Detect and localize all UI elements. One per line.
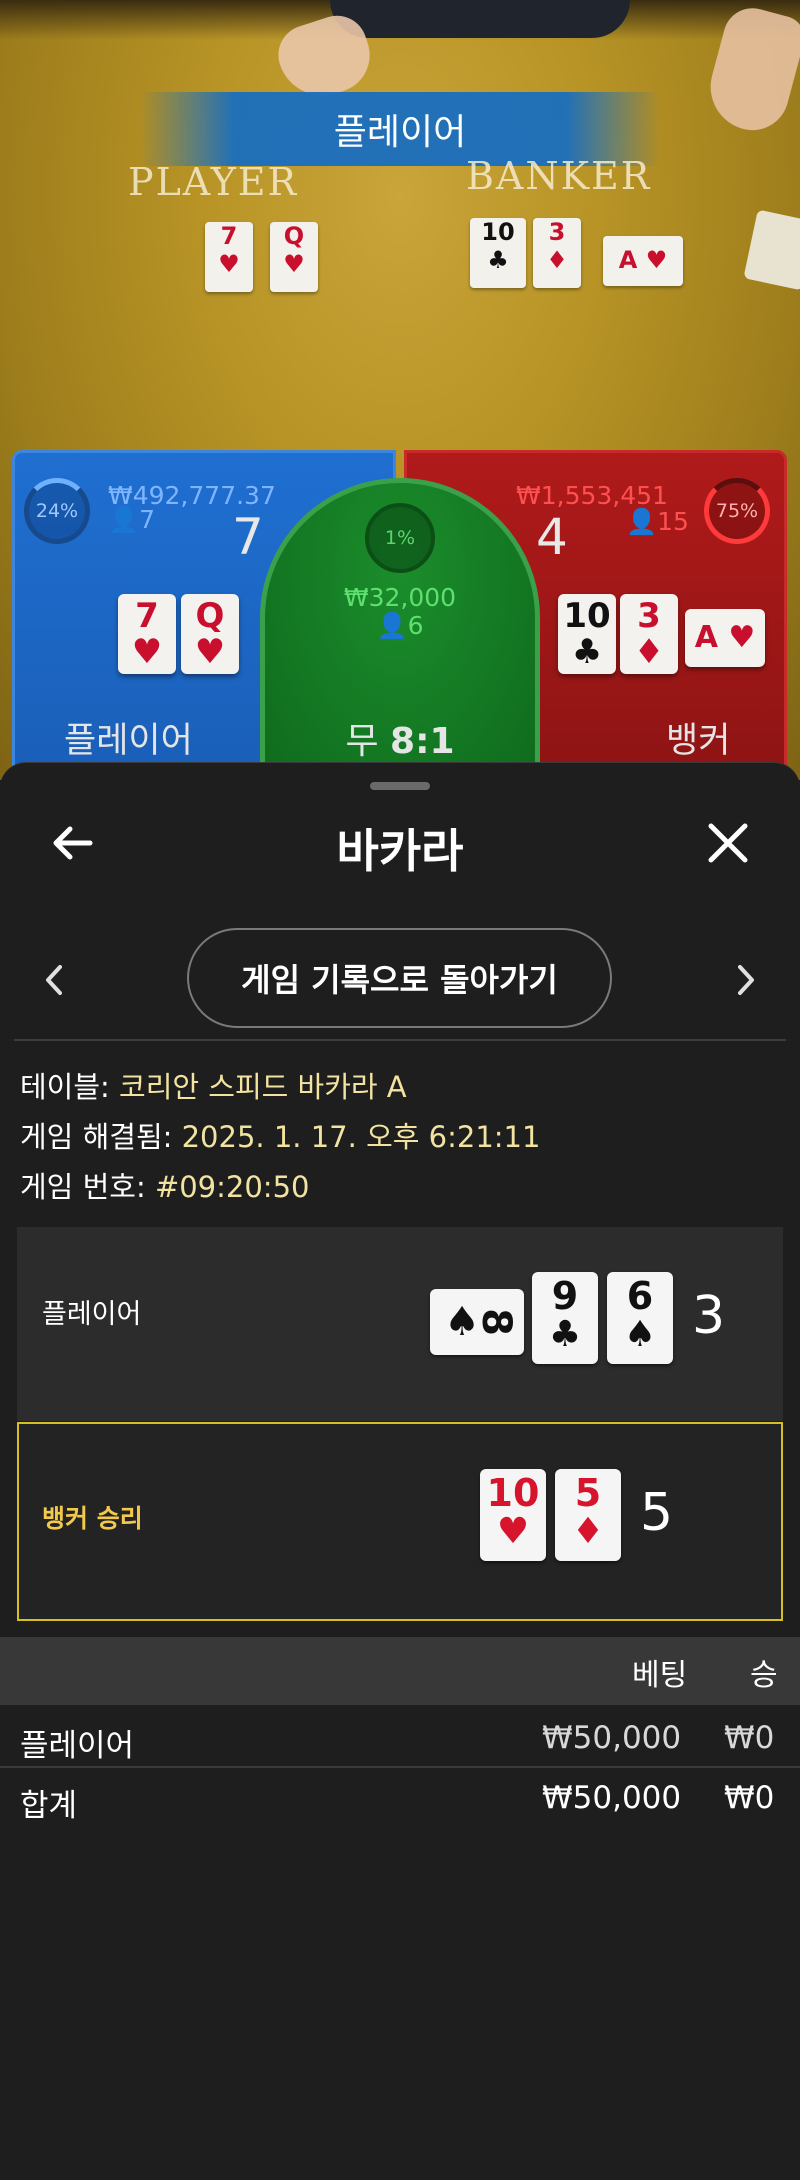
banker-bet-count: 👤15 [626, 507, 689, 536]
banker-result-total: 5 [640, 1483, 674, 1543]
user-icon: 👤 [108, 505, 140, 534]
tie-payout: 8:1 [390, 721, 455, 762]
row-total-name: 합계 [20, 1788, 78, 1824]
row-total-bet: ₩50,000 [542, 1780, 682, 1816]
result-banner-text: 플레이어 [333, 112, 467, 153]
dealer [330, 0, 630, 38]
player-result-label: 플레이어 [42, 1299, 142, 1330]
player-bet-count: 👤7 [108, 505, 156, 534]
app-root: 플레이어 PLAYER BANKER 7 ♥ Q ♥ 10 ♣ 3 ♦ A ♥ 24% … [0, 0, 800, 2180]
banker-score: 4 [536, 508, 568, 566]
video-banker-card-3: A ♥ [603, 236, 683, 286]
header-bet: 베팅 [632, 1658, 688, 1693]
header-win: 승 [750, 1658, 778, 1693]
row-player-win: ₩0 [724, 1720, 775, 1756]
user-icon: 👤 [626, 507, 658, 536]
resolved-info: 게임 해결됨: 2025. 1. 17. 오후 6:21:11 [20, 1120, 541, 1154]
back-to-history-button[interactable]: 게임 기록으로 돌아가기 [187, 928, 612, 1028]
player-result-card-3: 6 ♠ [607, 1272, 673, 1364]
row-total-win: ₩0 [724, 1780, 775, 1816]
player-result-card-1: ♠ 8 [430, 1289, 524, 1355]
banker-result-label: 뱅커 승리 [42, 1504, 143, 1533]
user-icon: 👤 [376, 611, 408, 640]
sheet-title: 바카라 [336, 824, 464, 878]
panel-player-card-2: Q ♥ [181, 594, 239, 674]
banker-bet-amount: ₩1,553,451 [516, 481, 668, 510]
card-shoe [743, 209, 800, 291]
video-banker-card-2: 3 ♦ [533, 218, 581, 288]
video-banker-card-1: 10 ♣ [470, 218, 526, 288]
felt-player-label: PLAYER [128, 160, 299, 204]
close-icon [708, 823, 748, 863]
banker-result-card-1: 10 ♥ [480, 1469, 546, 1561]
tie-bet-count: 👤6 [376, 611, 424, 640]
next-game-button[interactable] [726, 955, 766, 1005]
panel-banker-card-2: 3 ♦ [620, 594, 678, 674]
video-player-card-2: Q ♥ [270, 222, 318, 292]
video-player-card-1: 7 ♥ [205, 222, 253, 292]
tie-bet-amount: ₩32,000 [343, 583, 457, 612]
player-score: 7 [232, 508, 264, 566]
banker-result-card-2: 5 ♦ [555, 1469, 621, 1561]
row-player-name: 플레이어 [20, 1728, 135, 1764]
chevron-right-icon [738, 965, 754, 995]
player-result-card-2: 9 ♣ [532, 1272, 598, 1364]
panel-banker-card-1: 10 ♣ [558, 594, 616, 674]
felt-banker-label: BANKER [466, 154, 652, 198]
panel-banker-card-3: A ♥ [685, 609, 765, 667]
player-percent-ring: 24% [24, 478, 90, 544]
game-number-info: 게임 번호: #09:20:50 [20, 1170, 310, 1204]
previous-game-button[interactable] [34, 955, 74, 1005]
tie-panel-label: 무 8:1 [345, 721, 455, 762]
sheet-drag-handle[interactable] [370, 782, 430, 790]
player-result-total: 3 [692, 1286, 726, 1346]
row-player-bet: ₩50,000 [542, 1720, 682, 1756]
close-button[interactable] [700, 815, 756, 871]
row-divider [0, 1766, 800, 1768]
panel-player-card-1: 7 ♥ [118, 594, 176, 674]
tie-percent-ring: 1% [365, 503, 435, 573]
chevron-left-icon [46, 965, 62, 995]
banker-percent-ring: 75% [704, 478, 770, 544]
divider [14, 1039, 786, 1041]
table-info: 테이블: 코리안 스피드 바카라 A [20, 1070, 407, 1104]
